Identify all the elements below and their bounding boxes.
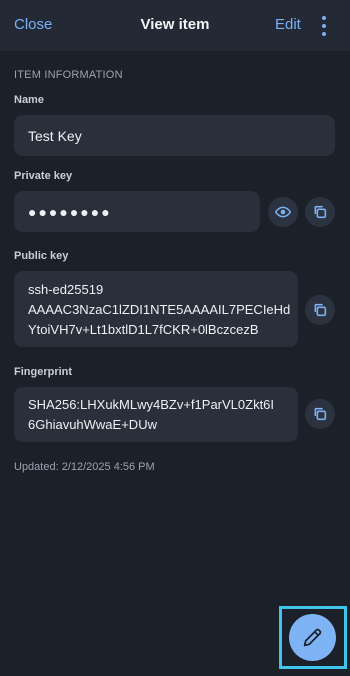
name-value: Test Key bbox=[28, 128, 82, 144]
public-key-line: YtoiVH7v+Lt1bxtlD1L7fCKR+0lBczcezB bbox=[28, 322, 259, 337]
fingerprint-field[interactable]: SHA256:LHXukMLwy4BZv+f1ParVL0Zkt6I 6Ghia… bbox=[14, 387, 298, 442]
private-key-field[interactable]: ●●●●●●●● bbox=[14, 191, 260, 232]
eye-icon bbox=[275, 206, 291, 218]
public-key-label: Public key bbox=[14, 250, 69, 262]
kebab-menu-icon[interactable] bbox=[316, 15, 332, 37]
top-bar: Close View item Edit bbox=[0, 0, 350, 51]
copy-public-key-button[interactable] bbox=[305, 295, 335, 325]
public-key-line: ssh-ed25519 bbox=[28, 282, 104, 297]
name-label: Name bbox=[14, 94, 44, 106]
copy-icon bbox=[314, 205, 327, 219]
edit-button[interactable]: Edit bbox=[275, 16, 301, 33]
toggle-visibility-button[interactable] bbox=[268, 197, 298, 227]
fingerprint-line: SHA256:LHXukMLwy4BZv+f1ParVL0Zkt6I bbox=[28, 397, 275, 412]
updated-timestamp: Updated: 2/12/2025 4:56 PM bbox=[14, 461, 155, 473]
copy-icon bbox=[314, 407, 327, 421]
private-key-value: ●●●●●●●● bbox=[28, 204, 112, 220]
section-title: ITEM INFORMATION bbox=[14, 69, 123, 81]
copy-private-key-button[interactable] bbox=[305, 197, 335, 227]
pencil-icon bbox=[303, 628, 322, 647]
public-key-line: AAAAC3NzaC1lZDI1NTE5AAAAIL7PECIeHd bbox=[28, 302, 291, 317]
edit-fab-button[interactable] bbox=[289, 614, 336, 661]
name-field[interactable]: Test Key bbox=[14, 115, 335, 156]
copy-fingerprint-button[interactable] bbox=[305, 399, 335, 429]
fingerprint-line: 6GhiavuhWwaE+DUw bbox=[28, 417, 157, 432]
public-key-field[interactable]: ssh-ed25519 AAAAC3NzaC1lZDI1NTE5AAAAIL7P… bbox=[14, 271, 298, 347]
private-key-label: Private key bbox=[14, 170, 73, 182]
copy-icon bbox=[314, 303, 327, 317]
fingerprint-label: Fingerprint bbox=[14, 366, 73, 378]
